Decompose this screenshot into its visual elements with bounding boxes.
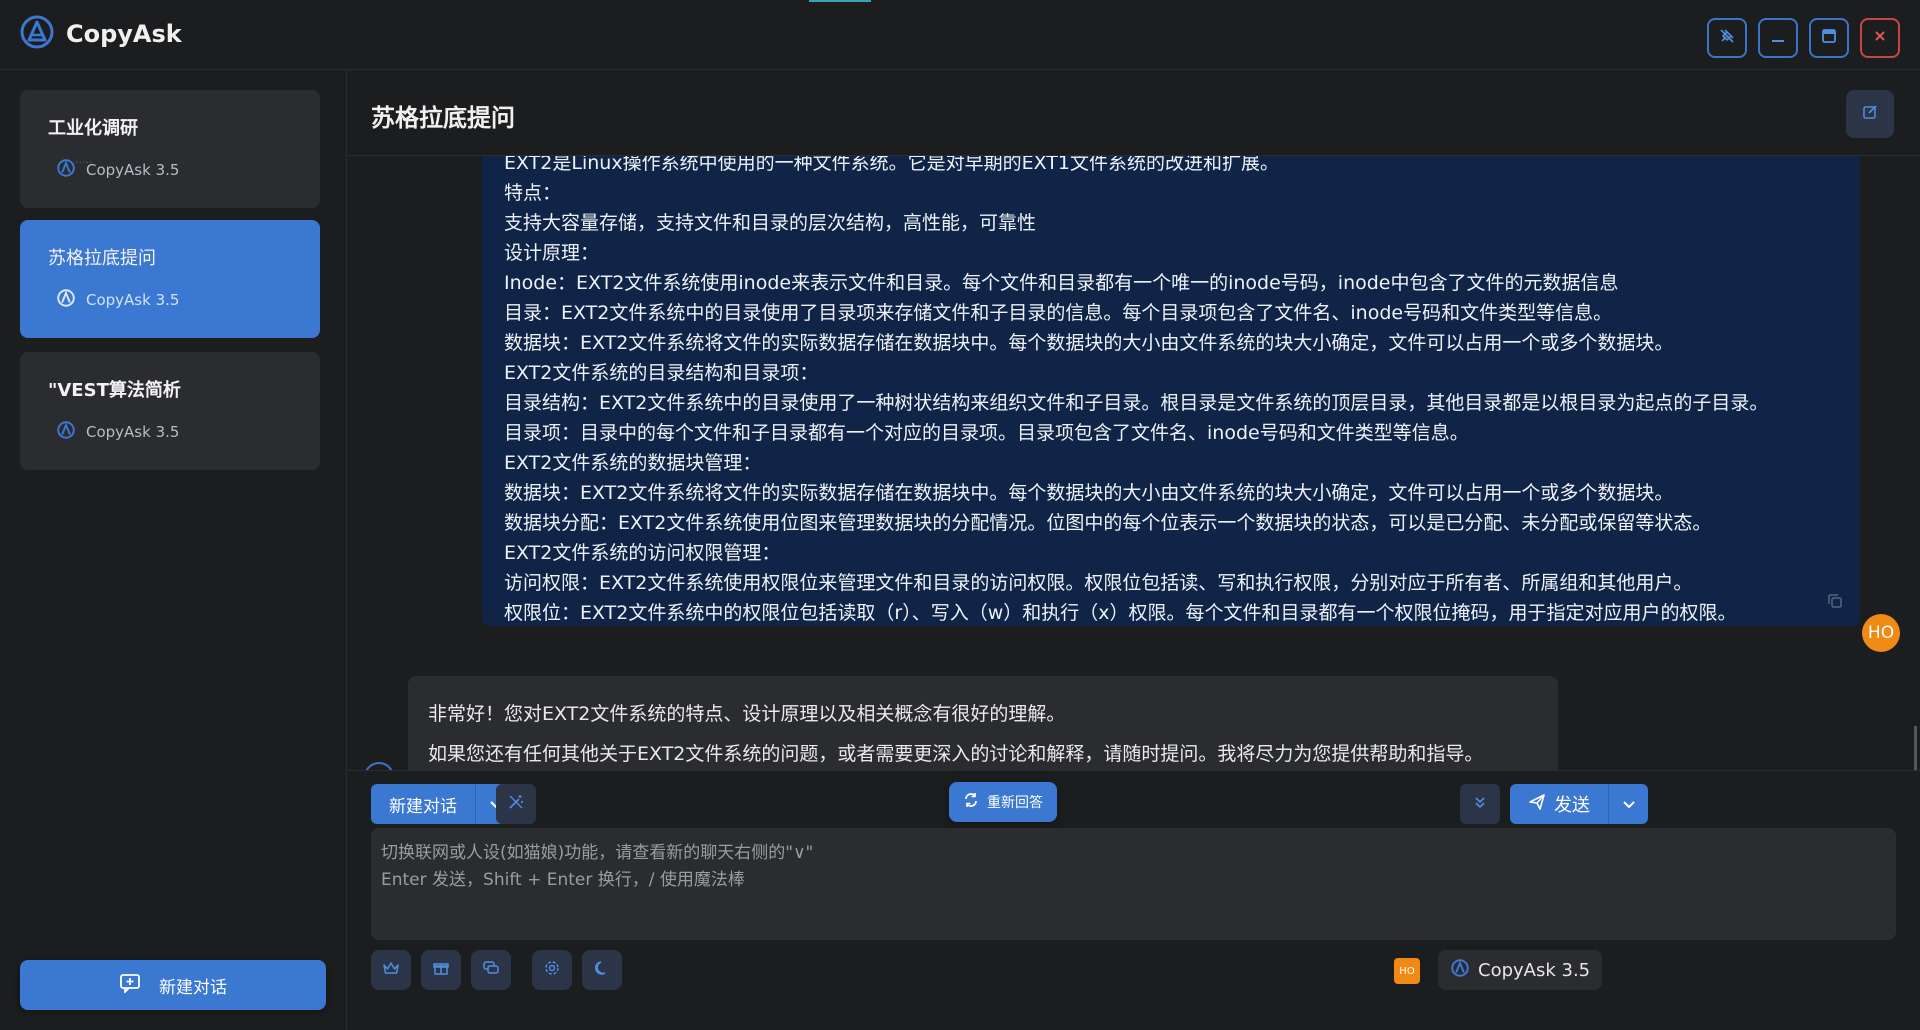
regenerate-label: 重新回答 [987, 795, 1043, 811]
toolbar [371, 950, 622, 990]
message-line: 目录：EXT2文件系统中的目录使用了目录项来存储文件和子目录的信息。每个目录项包… [504, 302, 1613, 324]
copyask-logo-icon [56, 158, 76, 182]
gift-icon [432, 959, 450, 981]
copyask-logo-icon [56, 288, 76, 312]
chat-main: 苏格拉底提问 EXT2是Linux操作系统中使用的一种文件系统。它是对早期的EX… [348, 70, 1920, 1030]
message-line: 如果您还有任何其他关于EXT2文件系统的问题，或者需要更深入的讨论和解释，请随时… [428, 743, 1484, 765]
message-line: EXT2是Linux操作系统中使用的一种文件系统。它是对早期的EXT1文件系统的… [504, 156, 1279, 174]
app-window: CopyAsk 工业化调研 CopyAsk 3.5 ····· 苏格拉底提问 C… [0, 0, 1920, 1030]
new-chat-split-button: 新建对话 [371, 784, 515, 824]
user-message: EXT2是Linux操作系统中使用的一种文件系统。它是对早期的EXT1文件系统的… [482, 156, 1860, 626]
send-button[interactable]: 发送 [1510, 784, 1608, 824]
model-selector[interactable]: CopyAsk 3.5 [1438, 950, 1603, 990]
message-line: 权限位：EXT2文件系统中的权限位包括读取（r）、写入（w）和执行（x）权限。每… [504, 602, 1737, 624]
message-line: 支持大容量存储，支持文件和目录的层次结构，高性能，可靠性 [504, 212, 1037, 234]
chat-bubbles-button[interactable] [471, 950, 511, 990]
edit-icon [1862, 104, 1878, 124]
send-label: 发送 [1554, 795, 1590, 816]
copy-icon[interactable] [1826, 592, 1844, 614]
new-chat-button[interactable]: 新建对话 [371, 784, 475, 824]
conversation-model-label: CopyAsk 3.5 [86, 423, 180, 441]
conversation-title: "VEST算法简析 [48, 380, 181, 401]
faded-label: ····· [75, 156, 93, 169]
message-line: EXT2文件系统的数据块管理： [504, 452, 762, 474]
pin-icon [1718, 27, 1736, 49]
conversation-model: CopyAsk 3.5 [48, 288, 292, 312]
message-list[interactable]: EXT2是Linux操作系统中使用的一种文件系统。它是对早期的EXT1文件系统的… [348, 156, 1920, 770]
brand: CopyAsk [20, 14, 182, 54]
send-split-button: 发送 [1510, 784, 1648, 824]
top-accent-line [809, 0, 871, 2]
minimize-button[interactable] [1758, 18, 1798, 58]
window-controls [1707, 18, 1900, 58]
chat-title: 苏格拉底提问 [371, 104, 515, 132]
scroll-to-bottom-button[interactable] [1460, 784, 1500, 824]
copyask-logo-icon [20, 14, 54, 54]
conversation-item[interactable]: 工业化调研 CopyAsk 3.5 [20, 90, 320, 208]
message-line: 非常好！您对EXT2文件系统的特点、设计原理以及相关概念有很好的理解。 [428, 703, 1066, 725]
minimize-icon [1769, 27, 1787, 49]
edit-title-button[interactable] [1846, 90, 1894, 138]
message-line: 数据块分配：EXT2文件系统使用位图来管理数据块的分配情况。位图中的每个位表示一… [504, 512, 1712, 534]
message-line: 访问权限：EXT2文件系统使用权限位来管理文件和目录的访问权限。权限位包括读、写… [504, 572, 1693, 594]
model-label: CopyAsk 3.5 [1478, 959, 1591, 981]
user-avatar-small[interactable]: HO [1394, 958, 1420, 984]
chat-header: 苏格拉底提问 [348, 70, 1920, 156]
copyask-logo-icon [1450, 958, 1470, 983]
conversation-model: CopyAsk 3.5 [48, 420, 292, 444]
placeholder-line: 切换联网或人设(如猫娘)功能，请查看新的聊天右侧的"∨" [381, 843, 814, 863]
crown-button[interactable] [371, 950, 411, 990]
conversation-item-active[interactable]: 苏格拉底提问 CopyAsk 3.5 [20, 220, 320, 338]
message-line: EXT2文件系统的访问权限管理： [504, 542, 781, 564]
conversation-model-label: CopyAsk 3.5 [86, 161, 180, 179]
title-bar: CopyAsk [0, 0, 1920, 70]
magic-wand-icon [507, 793, 525, 815]
maximize-button[interactable] [1809, 18, 1849, 58]
message-line: 目录结构：EXT2文件系统中的目录使用了一种树状结构来组织文件和子目录。根目录是… [504, 392, 1769, 414]
close-icon [1871, 27, 1889, 49]
magic-wand-button[interactable] [496, 784, 536, 824]
close-button[interactable] [1860, 18, 1900, 58]
message-line: 设计原理： [504, 242, 600, 264]
message-line: 目录项：目录中的每个文件和子目录都有一个对应的目录项。目录项包含了文件名、ino… [504, 422, 1469, 444]
chat-bubbles-icon [482, 959, 500, 981]
conversation-item[interactable]: "VEST算法简析 CopyAsk 3.5 [20, 352, 320, 470]
assistant-message: 非常好！您对EXT2文件系统的特点、设计原理以及相关概念有很好的理解。 如果您还… [408, 676, 1558, 770]
message-line: 特点： [504, 182, 562, 204]
chevron-down-icon [1622, 795, 1636, 814]
message-line: 数据块：EXT2文件系统将文件的实际数据存储在数据块中。每个数据块的大小由文件系… [504, 482, 1674, 504]
assistant-avatar [364, 762, 394, 770]
input-panel: 新建对话 重新回答 发送 切换联网或人设(如猫娘)功能，请查看新的聊天右侧的"∨… [348, 770, 1920, 1030]
scrollbar-thumb[interactable] [1914, 726, 1917, 770]
refresh-icon [963, 792, 979, 812]
paper-plane-icon [1528, 793, 1546, 816]
conversation-model-label: CopyAsk 3.5 [86, 291, 180, 309]
user-avatar: HO [1862, 614, 1900, 652]
app-name: CopyAsk [66, 20, 182, 48]
message-line: Inode：EXT2文件系统使用inode来表示文件和目录。每个文件和目录都有一… [504, 272, 1619, 294]
conversation-title: 苏格拉底提问 [48, 248, 156, 269]
pin-button[interactable] [1707, 18, 1747, 58]
copyask-logo-icon [56, 420, 76, 444]
message-line: 数据块：EXT2文件系统将文件的实际数据存储在数据块中。每个数据块的大小由文件系… [504, 332, 1674, 354]
message-input[interactable]: 切换联网或人设(如猫娘)功能，请查看新的聊天右侧的"∨" Enter 发送，Sh… [371, 828, 1896, 940]
double-chevron-down-icon [1473, 795, 1487, 814]
new-chat-label: 新建对话 [159, 977, 227, 998]
moon-icon [593, 959, 611, 981]
sidebar: 工业化调研 CopyAsk 3.5 ····· 苏格拉底提问 CopyAsk 3… [0, 70, 347, 1030]
regenerate-button[interactable]: 重新回答 [949, 782, 1057, 822]
gear-icon [543, 959, 561, 981]
settings-button[interactable] [532, 950, 572, 990]
theme-toggle-button[interactable] [582, 950, 622, 990]
crown-icon [382, 959, 400, 981]
send-dropdown-button[interactable] [1608, 784, 1648, 824]
sidebar-new-chat-button[interactable]: 新建对话 [20, 960, 326, 1010]
new-chat-icon [119, 973, 141, 998]
message-line: EXT2文件系统的目录结构和目录项： [504, 362, 819, 384]
gift-button[interactable] [421, 950, 461, 990]
conversation-title: 工业化调研 [48, 118, 138, 139]
placeholder-line: Enter 发送，Shift + Enter 换行，/ 使用魔法棒 [381, 870, 745, 890]
maximize-icon [1820, 27, 1838, 49]
